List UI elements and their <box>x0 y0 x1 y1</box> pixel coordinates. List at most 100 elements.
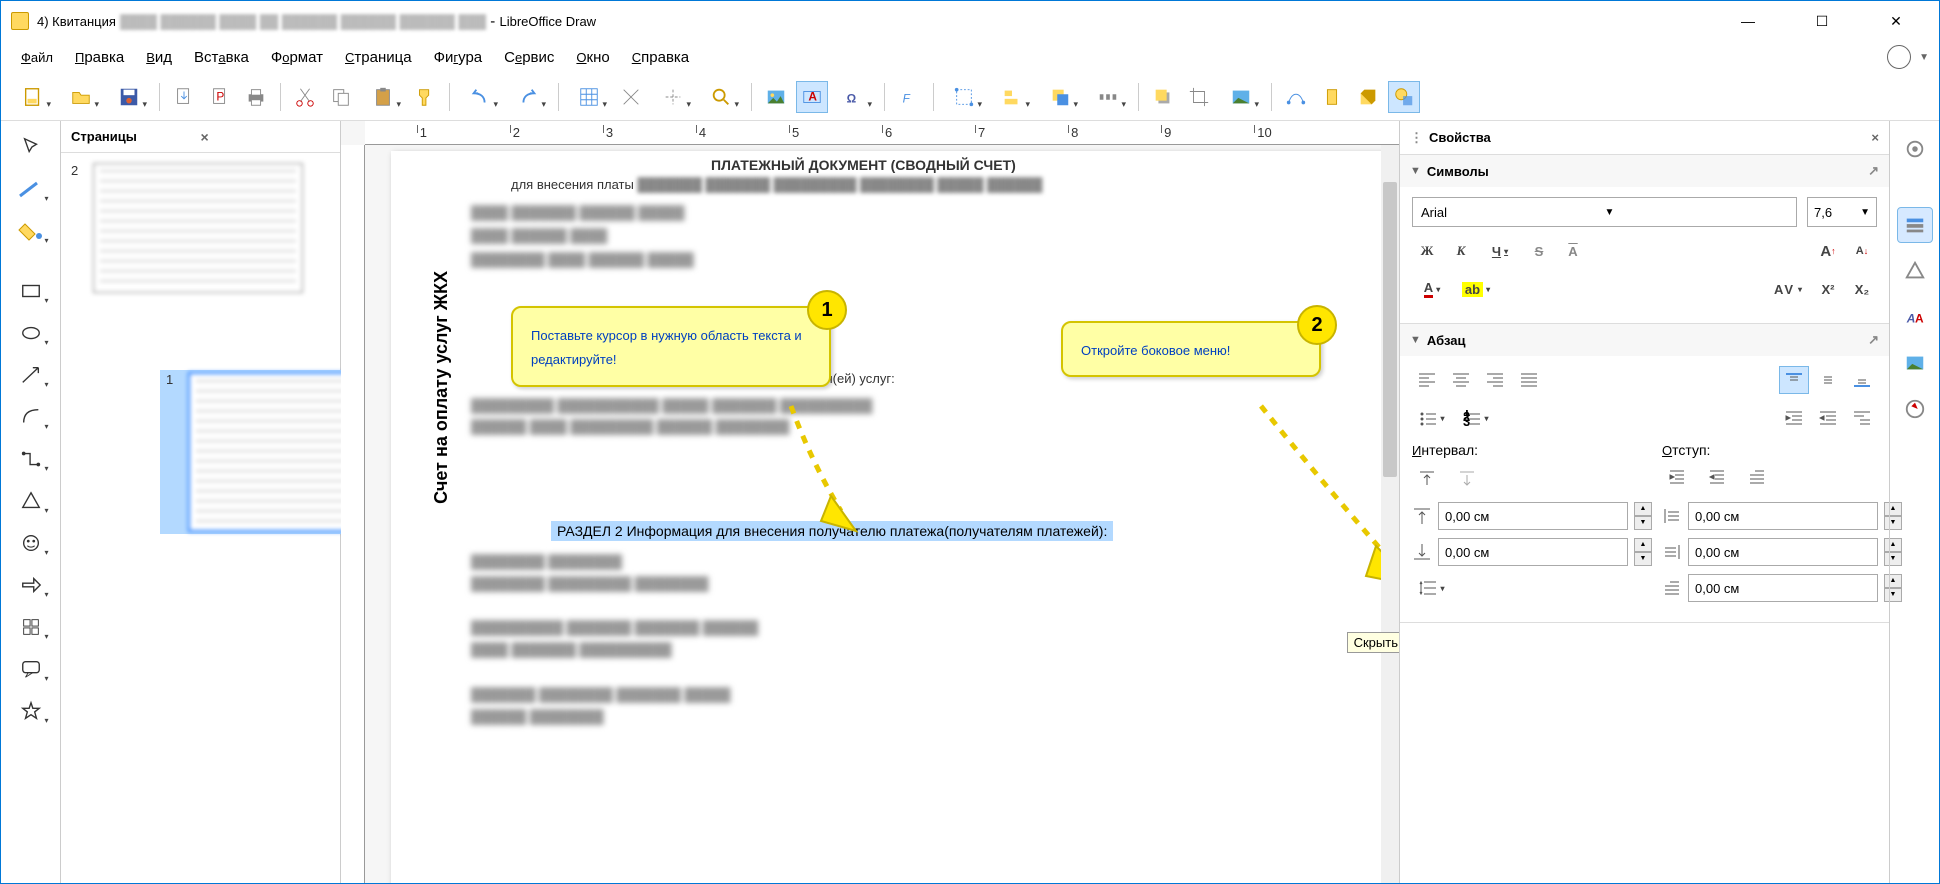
char-spacing-button[interactable]: AV <box>1769 275 1809 303</box>
indent-first-field[interactable] <box>1688 574 1878 602</box>
align-left-button[interactable] <box>1412 366 1442 394</box>
sidebar-gallery-icon[interactable] <box>1897 345 1933 381</box>
grid-button[interactable] <box>567 81 611 113</box>
valign-top-button[interactable] <box>1779 366 1809 394</box>
stars-tool[interactable] <box>9 693 53 729</box>
sidebar-shapes-icon[interactable] <box>1897 253 1933 289</box>
clone-format-button[interactable] <box>409 81 441 113</box>
decrease-font-button[interactable]: A↓ <box>1847 237 1877 265</box>
paste-button[interactable] <box>361 81 405 113</box>
globe-icon[interactable] <box>1887 45 1911 69</box>
draw-functions-button[interactable] <box>1388 81 1420 113</box>
guides-button[interactable] <box>651 81 695 113</box>
print-button[interactable] <box>240 81 272 113</box>
ellipse-tool[interactable] <box>9 315 53 351</box>
menu-help[interactable]: Справка <box>622 45 699 70</box>
shadow-button[interactable] <box>1147 81 1179 113</box>
callout-tool[interactable] <box>9 651 53 687</box>
align-center-button[interactable] <box>1446 366 1476 394</box>
space-below-field[interactable] <box>1438 538 1628 566</box>
font-name-select[interactable]: Arial▼ <box>1412 197 1797 227</box>
cut-button[interactable] <box>289 81 321 113</box>
canvas-area[interactable]: 12345678910 Счет на оплату услуг ЖКХ ПЛА… <box>341 121 1399 883</box>
indent-dec-button[interactable] <box>1702 464 1732 492</box>
minimize-button[interactable]: — <box>1725 6 1771 36</box>
bold-button[interactable]: Ж <box>1412 237 1442 265</box>
indent-first-button[interactable] <box>1742 464 1772 492</box>
crop-button[interactable] <box>1183 81 1215 113</box>
new-button[interactable] <box>11 81 55 113</box>
pages-panel-close[interactable]: × <box>201 129 331 145</box>
menu-window[interactable]: Окно <box>566 45 619 70</box>
overline-button[interactable]: A <box>1558 237 1588 265</box>
valign-bot-button[interactable] <box>1847 366 1877 394</box>
distribute-button[interactable] <box>1086 81 1130 113</box>
space-above-dec-button[interactable] <box>1452 464 1482 492</box>
bullets-button[interactable] <box>1412 404 1452 432</box>
menu-edit[interactable]: Правка <box>65 45 134 70</box>
indent-left-field[interactable] <box>1688 502 1878 530</box>
increase-font-button[interactable]: A↑ <box>1813 237 1843 265</box>
image-button[interactable] <box>760 81 792 113</box>
export-pdf-button[interactable]: P <box>204 81 236 113</box>
strike-button[interactable]: S <box>1524 237 1554 265</box>
spinner[interactable]: ▲▼ <box>1634 538 1652 566</box>
superscript-button[interactable]: X² <box>1813 275 1843 303</box>
inc-indent-button[interactable] <box>1779 404 1809 432</box>
sidebar-styles-icon[interactable]: AA <box>1897 299 1933 335</box>
zoom-button[interactable] <box>699 81 743 113</box>
space-above-field[interactable] <box>1438 502 1628 530</box>
menu-tools[interactable]: Сервис <box>494 45 564 70</box>
line-spacing-button[interactable] <box>1412 574 1452 602</box>
valign-mid-button[interactable] <box>1813 366 1843 394</box>
underline-button[interactable]: Ч <box>1480 237 1520 265</box>
page-thumb-1[interactable]: 1 <box>160 370 340 534</box>
pointer-tool[interactable] <box>9 129 53 165</box>
properties-close[interactable]: × <box>1871 130 1879 145</box>
fontwork-button[interactable]: F <box>893 81 925 113</box>
symbol-shapes-tool[interactable] <box>9 525 53 561</box>
numbering-button[interactable]: 123 <box>1456 404 1496 432</box>
menu-dropdown-icon[interactable]: ▼ <box>1919 52 1929 63</box>
close-button[interactable]: ✕ <box>1873 6 1919 36</box>
maximize-button[interactable]: ☐ <box>1799 6 1845 36</box>
font-color-button[interactable]: A <box>1412 275 1452 303</box>
section-characters[interactable]: Символы <box>1427 164 1868 179</box>
arrange-button[interactable] <box>1038 81 1082 113</box>
filter-button[interactable] <box>1219 81 1263 113</box>
align-obj-button[interactable] <box>990 81 1034 113</box>
menu-format[interactable]: Формат <box>261 45 333 70</box>
indent-inc-button[interactable] <box>1662 464 1692 492</box>
menu-insert[interactable]: Вставка <box>184 45 259 70</box>
hanging-indent-button[interactable] <box>1847 404 1877 432</box>
flowchart-tool[interactable] <box>9 609 53 645</box>
section-para-more-icon[interactable]: ↗ <box>1868 332 1879 348</box>
dec-indent-button[interactable] <box>1813 404 1843 432</box>
italic-button[interactable]: К <box>1446 237 1476 265</box>
space-above-inc-button[interactable] <box>1412 464 1442 492</box>
highlight-button[interactable]: ab <box>1456 275 1496 303</box>
menu-file[interactable]: Файл <box>11 45 63 70</box>
copy-button[interactable] <box>325 81 357 113</box>
extrusion-button[interactable] <box>1352 81 1384 113</box>
indent-right-field[interactable] <box>1688 538 1878 566</box>
block-arrows-tool[interactable] <box>9 567 53 603</box>
menu-page[interactable]: Страница <box>335 45 422 70</box>
sidebar-settings-icon[interactable] <box>1897 131 1933 167</box>
rectangle-tool[interactable] <box>9 273 53 309</box>
transform-button[interactable] <box>942 81 986 113</box>
points-button[interactable] <box>1280 81 1312 113</box>
sidebar-navigator-icon[interactable] <box>1897 391 1933 427</box>
section-paragraph[interactable]: Абзац <box>1427 333 1868 348</box>
menu-view[interactable]: Вид <box>136 45 182 70</box>
special-char-button[interactable]: Ω <box>832 81 876 113</box>
textbox-button[interactable]: A <box>796 81 828 113</box>
snap-button[interactable] <box>615 81 647 113</box>
undo-button[interactable] <box>458 81 502 113</box>
section-more-icon[interactable]: ↗ <box>1868 163 1879 179</box>
line-arrow-tool[interactable] <box>9 357 53 393</box>
align-justify-button[interactable] <box>1514 366 1544 394</box>
open-button[interactable] <box>59 81 103 113</box>
font-size-select[interactable]: 7,6▼ <box>1807 197 1877 227</box>
curve-tool[interactable] <box>9 399 53 435</box>
